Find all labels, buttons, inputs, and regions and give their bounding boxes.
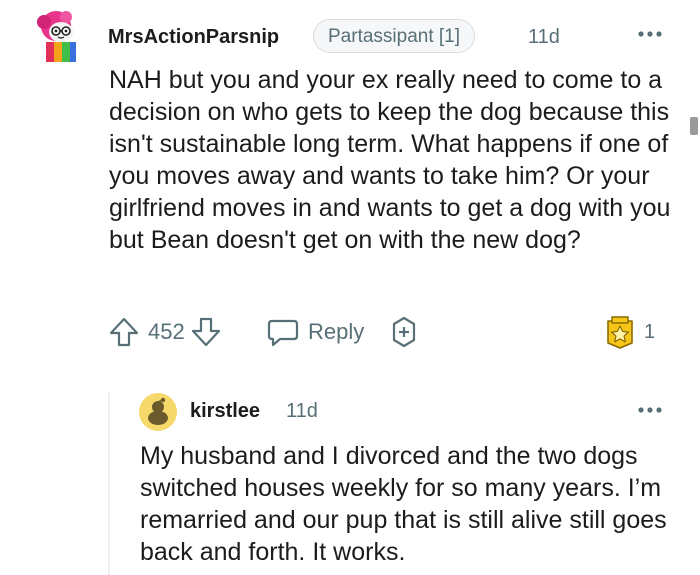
comment: MrsActionParsnip Partassipant [1] 11d NA…: [0, 0, 700, 575]
reply-author[interactable]: kirstlee: [190, 400, 260, 423]
comment-age[interactable]: 11d: [528, 26, 560, 49]
comment-action-bar: 452 Reply 1: [108, 313, 668, 351]
reply-bubble-icon: [266, 316, 300, 348]
award-count: 1: [644, 320, 656, 343]
award-badge-icon[interactable]: [604, 313, 636, 351]
downvote-arrow-icon[interactable]: [190, 313, 222, 351]
default-snoo-avatar-icon[interactable]: [139, 393, 177, 431]
reply-label: Reply: [308, 319, 365, 344]
comment-body: NAH but you and your ex really need to c…: [109, 66, 671, 254]
more-options-icon[interactable]: [636, 26, 666, 42]
thread-line[interactable]: [108, 392, 110, 575]
add-award-icon[interactable]: [388, 313, 420, 351]
user-flair: Partassipant [1]: [313, 19, 476, 53]
scrollbar-thumb[interactable]: [690, 117, 698, 135]
more-options-icon[interactable]: [636, 402, 666, 418]
reply-body: My husband and I divorced and the two do…: [140, 442, 667, 566]
comment-author[interactable]: MrsActionParsnip: [108, 26, 279, 49]
reply-button[interactable]: Reply: [266, 313, 364, 351]
vote-score: 452: [148, 319, 185, 344]
snoo-avatar-icon[interactable]: [34, 8, 86, 66]
upvote-arrow-icon[interactable]: [108, 313, 140, 351]
reply-age[interactable]: 11d: [286, 400, 318, 423]
